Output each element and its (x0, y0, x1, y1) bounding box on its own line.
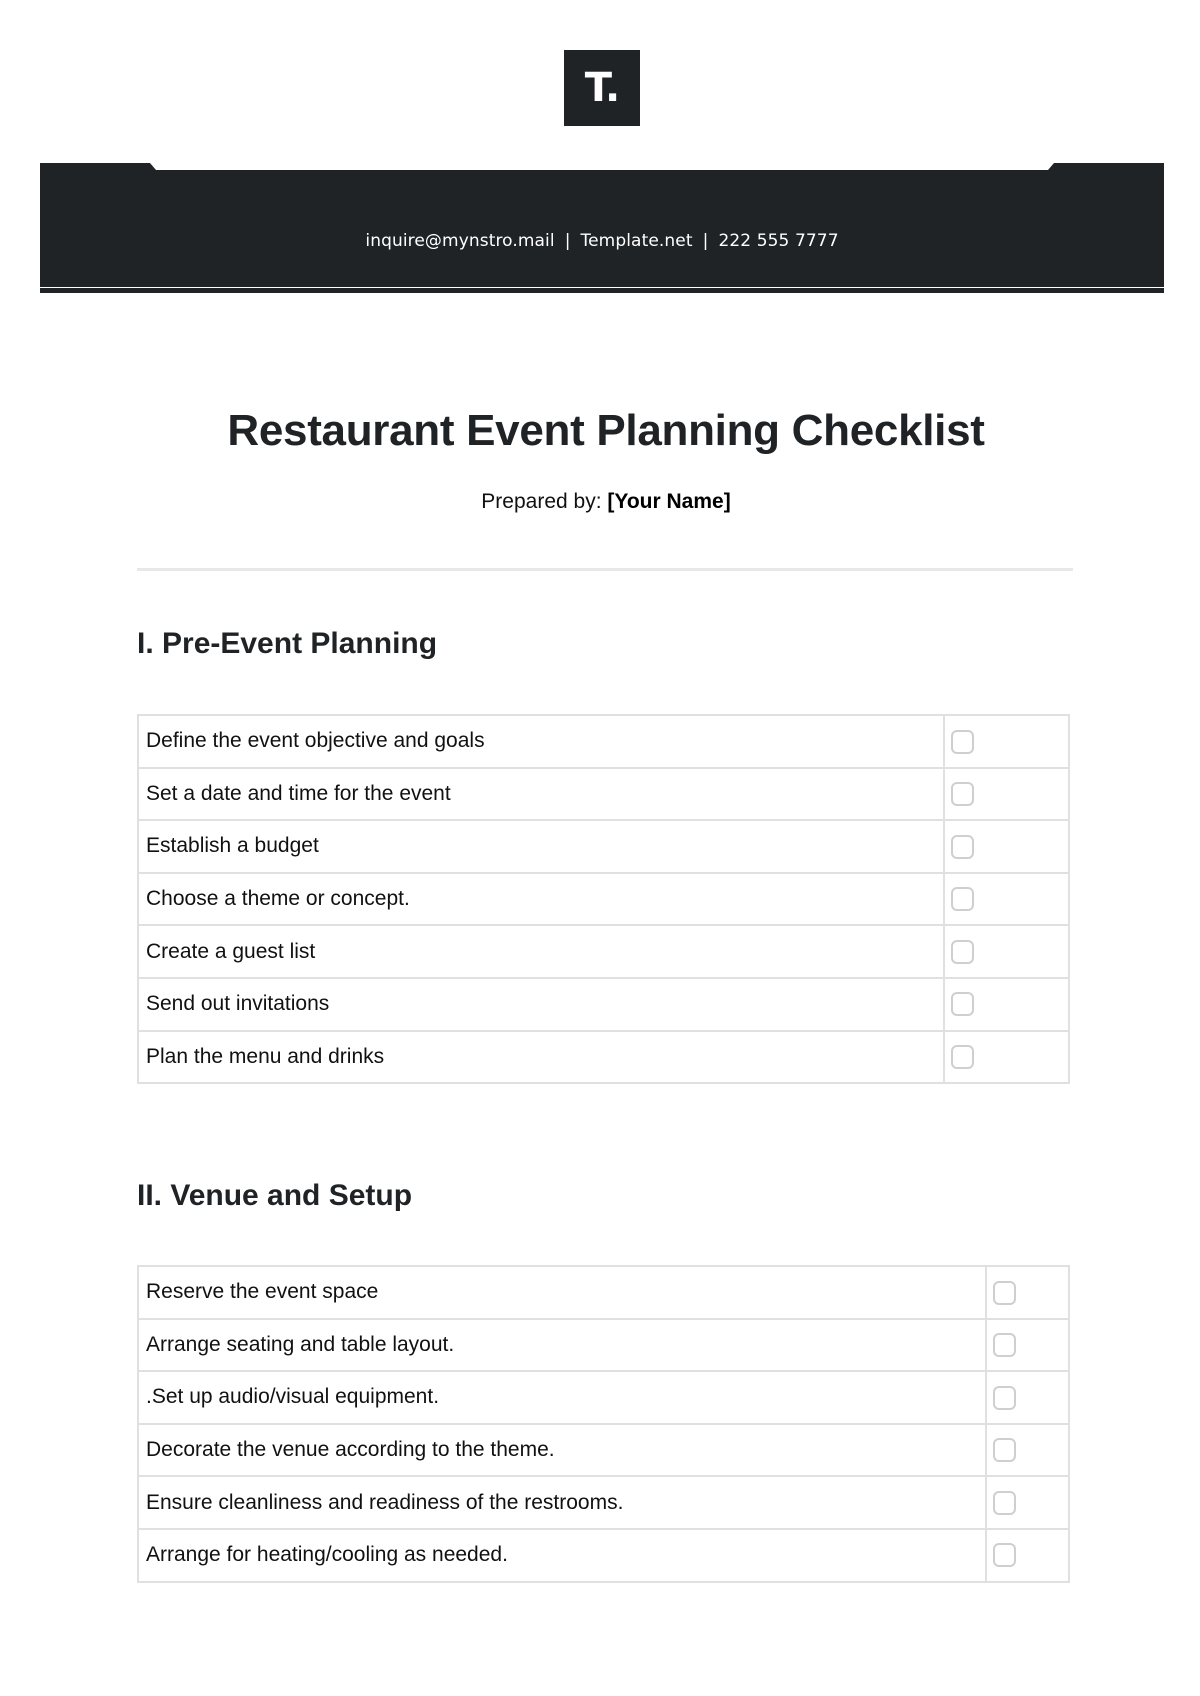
task-label: .Set up audio/visual equipment. (137, 1370, 987, 1425)
task-label: Establish a budget (137, 819, 945, 874)
separator: | (564, 231, 571, 251)
table-row: Decorate the venue according to the them… (137, 1422, 1070, 1478)
separator: | (702, 231, 709, 251)
checkbox-cell (985, 1422, 1070, 1478)
checklist-table-venue-and-setup: Reserve the event space Arrange seating … (137, 1265, 1070, 1583)
task-label: Decorate the venue according to the them… (137, 1422, 987, 1478)
checkbox[interactable] (951, 834, 974, 859)
table-row: Arrange seating and table layout. (137, 1317, 1070, 1373)
checkbox[interactable] (951, 782, 974, 807)
checkbox-cell (943, 976, 1070, 1032)
checkbox-cell (985, 1527, 1070, 1583)
table-row: Arrange for heating/cooling as needed. (137, 1527, 1070, 1583)
checkbox-cell (985, 1265, 1070, 1320)
checkbox[interactable] (993, 1543, 1016, 1568)
checkbox-cell (985, 1475, 1070, 1530)
checklist-table-pre-event-planning: Define the event objective and goals Set… (137, 714, 1070, 1085)
brand-logo: T. (564, 50, 640, 126)
task-label: Reserve the event space (137, 1265, 987, 1320)
table-row: Define the event objective and goals (137, 714, 1070, 769)
checkbox[interactable] (951, 1045, 974, 1070)
checkbox-cell (943, 924, 1070, 979)
table-row: Ensure cleanliness and readiness of the … (137, 1475, 1070, 1530)
table-row: Plan the menu and drinks (137, 1029, 1070, 1085)
checkbox-cell (943, 766, 1070, 822)
checkbox-cell (943, 819, 1070, 874)
task-label: Arrange for heating/cooling as needed. (137, 1527, 987, 1583)
table-row: Establish a budget (137, 819, 1070, 874)
checkbox[interactable] (951, 729, 974, 754)
table-row: Reserve the event space (137, 1265, 1070, 1320)
task-label: Ensure cleanliness and readiness of the … (137, 1475, 987, 1530)
prepared-by-label: Prepared by: (481, 490, 602, 513)
checkbox-cell (943, 1029, 1070, 1085)
section-heading-venue-and-setup: II. Venue and Setup (137, 1179, 413, 1212)
contact-website[interactable]: Template.net (581, 231, 693, 251)
task-label: Define the event objective and goals (137, 714, 945, 769)
logo-text: T. (584, 65, 620, 111)
checkbox[interactable] (993, 1333, 1016, 1358)
table-row: Send out invitations (137, 976, 1070, 1032)
checkbox[interactable] (951, 939, 974, 964)
header-contact: inquire@mynstro.mail | Template.net | 222 55… (40, 231, 1164, 251)
task-label: Choose a theme or concept. (137, 871, 945, 927)
checkbox[interactable] (951, 992, 974, 1017)
checkbox[interactable] (993, 1490, 1016, 1515)
title-divider (137, 568, 1073, 571)
checkbox-cell (943, 714, 1070, 769)
checkbox[interactable] (951, 887, 974, 912)
task-label: Plan the menu and drinks (137, 1029, 945, 1085)
contact-phone[interactable]: 222 555 7777 (718, 231, 838, 251)
table-row: Create a guest list (137, 924, 1070, 979)
task-label: Create a guest list (137, 924, 945, 979)
task-label: Send out invitations (137, 976, 945, 1032)
table-row: .Set up audio/visual equipment. (137, 1370, 1070, 1425)
checkbox-cell (985, 1317, 1070, 1373)
checkbox[interactable] (993, 1438, 1016, 1463)
task-label: Arrange seating and table layout. (137, 1317, 987, 1373)
prepared-by: Prepared by: [Your Name] (0, 490, 1200, 514)
checkbox-cell (943, 871, 1070, 927)
page-title: Restaurant Event Planning Checklist (227, 406, 985, 455)
header-band: inquire@mynstro.mail | Template.net | 222 55… (40, 163, 1164, 287)
header-band-shape (40, 163, 1164, 287)
header-rule-bottom (40, 288, 1164, 293)
prepared-by-value: [Your Name] (607, 490, 731, 513)
contact-email[interactable]: inquire@mynstro.mail (365, 231, 554, 251)
table-row: Set a date and time for the event (137, 766, 1070, 822)
section-heading-pre-event-planning: I. Pre-Event Planning (137, 627, 438, 660)
checkbox-cell (985, 1370, 1070, 1425)
task-label: Set a date and time for the event (137, 766, 945, 822)
checkbox[interactable] (993, 1280, 1016, 1305)
table-row: Choose a theme or concept. (137, 871, 1070, 927)
checkbox[interactable] (993, 1385, 1016, 1410)
